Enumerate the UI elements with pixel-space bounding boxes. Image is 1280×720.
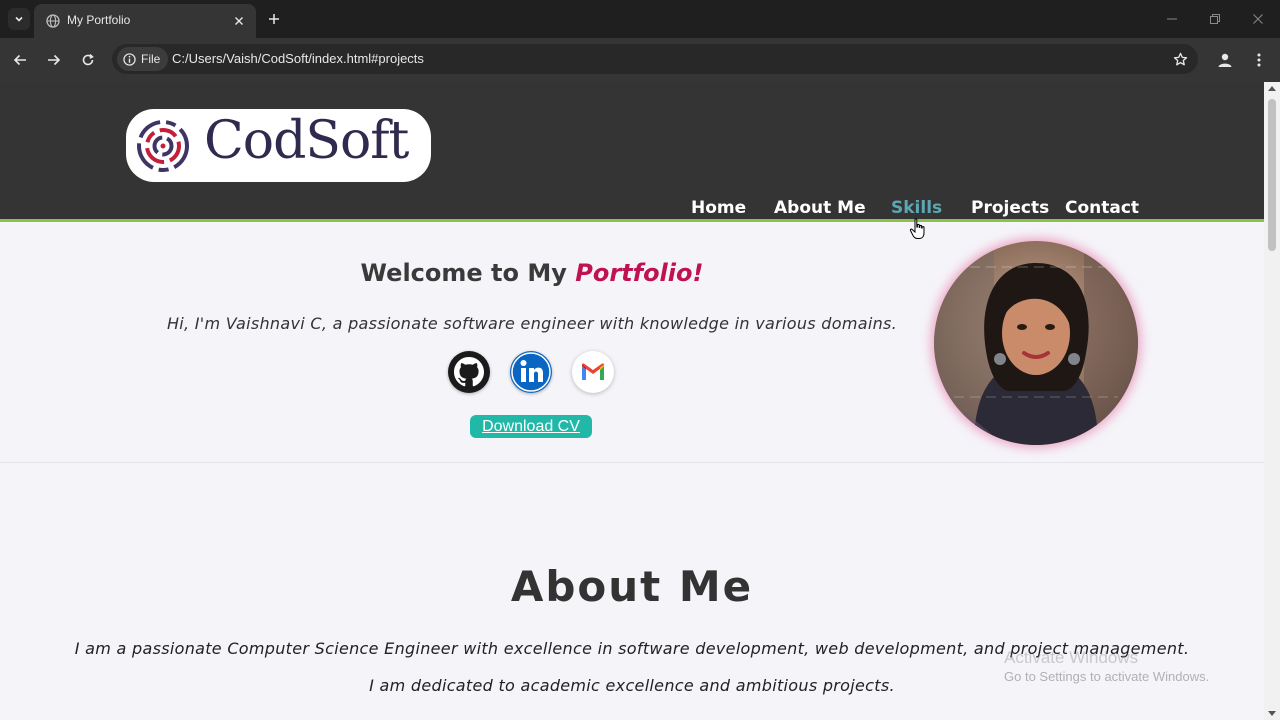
nav-skills[interactable]: Skills — [891, 198, 942, 218]
page-scrollbar[interactable] — [1264, 82, 1280, 720]
globe-icon — [46, 14, 60, 28]
activate-windows-title: Activate Windows — [1004, 648, 1139, 667]
page-viewport: CodSoft Home About Me Skills Projects Co… — [0, 82, 1280, 720]
about-heading: About Me — [510, 562, 754, 611]
nav-contact[interactable]: Contact — [1065, 198, 1139, 218]
nav-projects[interactable]: Projects — [971, 198, 1049, 218]
github-link[interactable] — [448, 351, 490, 393]
profile-photo — [934, 241, 1138, 445]
restore-button[interactable] — [1203, 8, 1227, 30]
back-button[interactable] — [8, 48, 32, 72]
scroll-up-arrow-icon[interactable] — [1268, 86, 1276, 91]
gmail-icon — [582, 363, 604, 380]
download-cv-button[interactable]: Download CV — [470, 415, 592, 438]
profile-photo-image — [934, 241, 1138, 445]
hand-pointer-cursor-icon — [909, 218, 925, 239]
nav-about-me[interactable]: About Me — [774, 198, 866, 218]
github-icon — [454, 357, 484, 387]
nav-home[interactable]: Home — [691, 198, 746, 218]
gmail-link[interactable] — [572, 351, 614, 393]
welcome-heading: Welcome to My Portfolio! — [0, 259, 1064, 287]
new-tab-button[interactable] — [264, 9, 284, 29]
hero-section: Welcome to My Portfolio! Hi, I'm Vaishna… — [0, 225, 1264, 463]
close-icon — [1253, 14, 1263, 24]
minimize-button[interactable] — [1160, 8, 1184, 30]
restore-icon — [1210, 14, 1220, 24]
tab-strip: My Portfolio — [0, 0, 1280, 38]
intro-text: Hi, I'm Vaishnavi C, a passionate softwa… — [166, 314, 898, 333]
tab-title: My Portfolio — [67, 13, 131, 27]
file-chip-label: File — [141, 52, 161, 66]
close-icon — [235, 17, 243, 25]
logo-text: CodSoft — [204, 111, 409, 171]
bookmark-button[interactable] — [1170, 49, 1190, 69]
kebab-menu-icon — [1257, 53, 1261, 67]
close-window-button[interactable] — [1246, 8, 1270, 30]
codsoft-logo[interactable]: CodSoft — [126, 109, 431, 182]
activate-windows-subtitle: Go to Settings to activate Windows. — [1004, 669, 1210, 684]
star-icon — [1173, 52, 1187, 65]
codsoft-logo-icon — [137, 120, 189, 172]
tab-search-button[interactable] — [8, 8, 30, 30]
url-text[interactable]: C:/Users/Vaish/CodSoft/index.html#projec… — [172, 51, 424, 66]
linkedin-link[interactable] — [510, 351, 552, 393]
site-header: CodSoft Home About Me Skills Projects Co… — [0, 82, 1264, 222]
browser-toolbar: File C:/Users/Vaish/CodSoft/index.html#p… — [0, 38, 1280, 82]
scroll-down-arrow-icon[interactable] — [1268, 711, 1276, 716]
site-info-chip[interactable]: File — [117, 47, 169, 71]
arrow-left-icon — [13, 54, 26, 66]
address-bar[interactable]: File C:/Users/Vaish/CodSoft/index.html#p… — [112, 44, 1198, 74]
scroll-thumb[interactable] — [1268, 99, 1276, 251]
tab-close-button[interactable] — [230, 12, 248, 30]
person-icon — [1218, 53, 1232, 67]
forward-button[interactable] — [42, 48, 66, 72]
welcome-prefix: Welcome to My — [360, 259, 567, 287]
profile-button[interactable] — [1213, 48, 1237, 72]
reload-icon — [82, 53, 94, 66]
welcome-accent: Portfolio! — [575, 259, 704, 287]
reload-button[interactable] — [76, 48, 100, 72]
arrow-right-icon — [48, 54, 61, 66]
linkedin-icon — [511, 352, 551, 392]
chevron-down-icon — [15, 16, 23, 22]
minimize-icon — [1167, 18, 1177, 20]
menu-button[interactable] — [1247, 48, 1271, 72]
browser-tab[interactable]: My Portfolio — [34, 4, 256, 38]
info-icon — [123, 52, 136, 66]
plus-icon — [269, 14, 279, 24]
